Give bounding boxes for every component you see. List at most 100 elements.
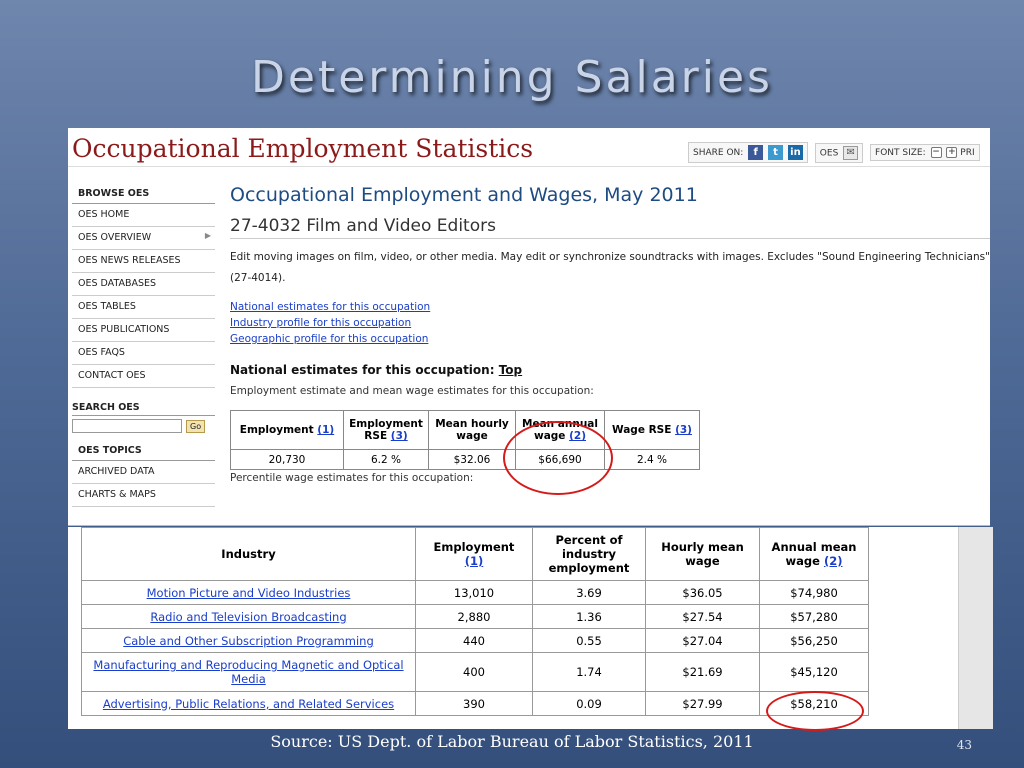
sidebar-item-archived-data[interactable]: ARCHIVED DATA — [72, 461, 215, 484]
email-icon[interactable]: ✉ — [843, 145, 859, 160]
sidebar-item-label: ARCHIVED DATA — [78, 466, 155, 477]
employment-cell: 390 — [415, 691, 533, 716]
occupation-title: 27-4032 Film and Video Editors — [230, 216, 990, 239]
hourly-cell: $36.05 — [645, 580, 760, 605]
header-text: Industry — [221, 547, 276, 561]
annual-cell: $56,250 — [759, 628, 869, 653]
scrollbar[interactable] — [958, 527, 993, 729]
page-number: 43 — [956, 738, 972, 752]
top-link[interactable]: Top — [499, 363, 522, 377]
industry-link[interactable]: Cable and Other Subscription Programming — [123, 634, 374, 648]
employment-cell: 13,010 — [415, 580, 533, 605]
industry-link[interactable]: Advertising, Public Relations, and Relat… — [103, 697, 394, 711]
highlight-circle-annual-wage — [766, 691, 864, 731]
highlight-circle-mean-annual — [503, 421, 613, 495]
header-text: Wage RSE — [612, 424, 672, 436]
font-size-chip: FONT SIZE: − + PRI — [870, 144, 980, 161]
print-label[interactable]: PRI — [960, 148, 974, 158]
twitter-icon[interactable]: t — [768, 145, 784, 160]
industry-link[interactable]: Radio and Television Broadcasting — [150, 610, 346, 624]
table-row: Radio and Television Broadcasting 2,880 … — [81, 604, 869, 629]
share-bar: SHARE ON: f t in OES ✉ FONT SIZE: − + PR… — [688, 142, 984, 163]
facebook-icon[interactable]: f — [748, 145, 764, 160]
industry-cell: Motion Picture and Video Industries — [81, 580, 416, 605]
oes-email-label: OES — [819, 148, 839, 158]
employment-cell: 2,880 — [415, 604, 533, 629]
header-text: Annual mean wage — [771, 540, 857, 568]
estimate-table: Employment (1) Employment RSE (3) Mean h… — [230, 410, 700, 470]
header-text: Hourly mean wage — [661, 540, 744, 568]
header-text: Employment RSE — [349, 418, 423, 442]
employment-value: 20,730 — [230, 449, 344, 470]
oes-title: Occupational Employment Statistics — [72, 134, 534, 163]
sidebar-item-oes-publications[interactable]: OES PUBLICATIONS — [72, 319, 215, 342]
header-annual: Annual mean wage (2) — [759, 527, 869, 581]
footnote-link[interactable]: (3) — [391, 430, 408, 442]
sidebar-item-label: OES DATABASES — [78, 278, 157, 289]
sidebar-item-label: OES FAQS — [78, 347, 125, 358]
national-estimates-heading: National estimates for this occupation: … — [230, 363, 990, 377]
employment-cell: 440 — [415, 628, 533, 653]
chevron-right-icon: ▶ — [204, 231, 211, 240]
sidebar-item-label: OES NEWS RELEASES — [78, 255, 181, 266]
sidebar: BROWSE OES OES HOME OES OVERVIEW ▶ OES NE… — [72, 184, 215, 507]
header-percent: Percent of industry employment — [532, 527, 646, 581]
font-decrease-icon[interactable]: − — [930, 147, 942, 158]
sidebar-item-oes-home[interactable]: OES HOME — [72, 204, 215, 227]
header-text: Percent of industry employment — [548, 533, 630, 575]
sidebar-item-oes-faqs[interactable]: OES FAQS — [72, 342, 215, 365]
percent-cell: 1.74 — [532, 652, 646, 692]
search-input[interactable] — [72, 419, 182, 433]
annual-cell: $74,980 — [759, 580, 869, 605]
font-size-label: FONT SIZE: — [875, 148, 926, 158]
annual-cell: $45,120 — [759, 652, 869, 692]
sidebar-item-contact-oes[interactable]: CONTACT OES — [72, 365, 215, 388]
footnote-link[interactable]: (1) — [317, 424, 334, 436]
oes-email-chip[interactable]: OES ✉ — [814, 142, 864, 163]
percentile-intro: Percentile wage estimates for this occup… — [230, 472, 474, 484]
sidebar-item-label: CONTACT OES — [78, 370, 146, 381]
browse-oes-heading: BROWSE OES — [72, 184, 215, 204]
search-oes-heading: SEARCH OES — [72, 402, 215, 416]
sidebar-item-oes-tables[interactable]: OES TABLES — [72, 296, 215, 319]
table-row: Cable and Other Subscription Programming… — [81, 628, 869, 653]
sidebar-item-oes-databases[interactable]: OES DATABASES — [72, 273, 215, 296]
share-label: SHARE ON: — [693, 148, 744, 158]
national-estimates-link[interactable]: National estimates for this occupation — [230, 299, 990, 315]
occupation-description: Edit moving images on film, video, or ot… — [230, 251, 990, 284]
header-text: Employment — [433, 540, 515, 554]
sidebar-item-oes-overview[interactable]: OES OVERVIEW ▶ — [72, 227, 215, 250]
footnote-link[interactable]: (2) — [824, 554, 843, 568]
hourly-cell: $27.04 — [645, 628, 760, 653]
industry-cell: Manufacturing and Reproducing Magnetic a… — [81, 652, 416, 692]
percent-cell: 1.36 — [532, 604, 646, 629]
sidebar-item-label: OES HOME — [78, 209, 130, 220]
sidebar-item-oes-news-releases[interactable]: OES NEWS RELEASES — [72, 250, 215, 273]
header-wage-rse: Wage RSE (3) — [604, 410, 700, 450]
footnote-link[interactable]: (3) — [675, 424, 692, 436]
hourly-cell: $21.69 — [645, 652, 760, 692]
industry-profile-link[interactable]: Industry profile for this occupation — [230, 315, 990, 331]
title-divider — [68, 166, 990, 167]
industry-link[interactable]: Motion Picture and Video Industries — [147, 586, 351, 600]
geographic-profile-link[interactable]: Geographic profile for this occupation — [230, 331, 990, 347]
estimate-intro: Employment estimate and mean wage estima… — [230, 385, 594, 397]
font-increase-icon[interactable]: + — [946, 147, 958, 158]
header-industry: Industry — [81, 527, 416, 581]
main-content: Occupational Employment and Wages, May 2… — [230, 184, 990, 484]
industry-link[interactable]: Manufacturing and Reproducing Magnetic a… — [93, 658, 403, 686]
percent-cell: 0.55 — [532, 628, 646, 653]
header-text: Mean hourly wage — [435, 418, 509, 442]
linkedin-icon[interactable]: in — [787, 145, 803, 160]
table-row: Manufacturing and Reproducing Magnetic a… — [81, 652, 869, 692]
industry-cell: Cable and Other Subscription Programming — [81, 628, 416, 653]
sidebar-item-charts-maps[interactable]: CHARTS & MAPS — [72, 484, 215, 507]
search-go-button[interactable]: Go — [186, 419, 206, 433]
footnote-link[interactable]: (1) — [465, 554, 484, 568]
employment-rse-value: 6.2 % — [343, 449, 429, 470]
hourly-cell: $27.99 — [645, 691, 760, 716]
employment-cell: 400 — [415, 652, 533, 692]
industry-cell: Advertising, Public Relations, and Relat… — [81, 691, 416, 716]
header-mean-hourly: Mean hourly wage — [428, 410, 516, 450]
industry-table: Industry Employment (1) Percent of indust… — [81, 527, 869, 716]
